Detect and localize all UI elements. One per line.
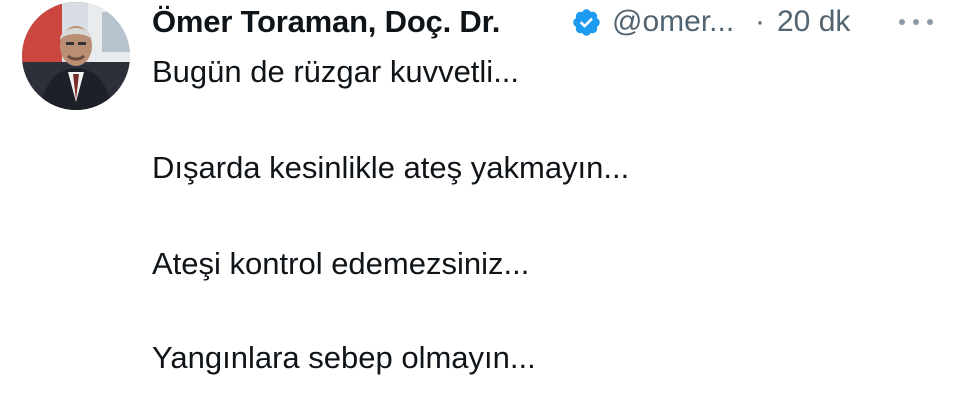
tweet-timestamp[interactable]: 20 dk <box>777 0 850 44</box>
tweet-line: Ateşi kontrol edemezsiniz... <box>152 246 530 281</box>
avatar[interactable] <box>22 2 130 110</box>
tweet-header: Ömer Toraman, Doç. Dr. @omer... · 20 dk <box>152 0 942 44</box>
tweet[interactable]: Ömer Toraman, Doç. Dr. @omer... · 20 dk … <box>0 0 960 409</box>
tweet-line: Bugün de rüzgar kuvvetli... <box>152 54 520 89</box>
tweet-line: Dışarda kesinlikle ateş yakmayın... <box>152 150 630 185</box>
separator-dot: · <box>755 5 765 38</box>
author-handle[interactable]: @omer... <box>612 0 734 44</box>
tweet-line: Yangınlara sebep olmayın... <box>152 340 536 375</box>
more-options-icon[interactable] <box>896 14 936 30</box>
profile-photo <box>22 2 130 110</box>
verified-badge-icon <box>571 7 602 38</box>
author-display-name[interactable]: Ömer Toraman, Doç. Dr. <box>152 0 500 44</box>
